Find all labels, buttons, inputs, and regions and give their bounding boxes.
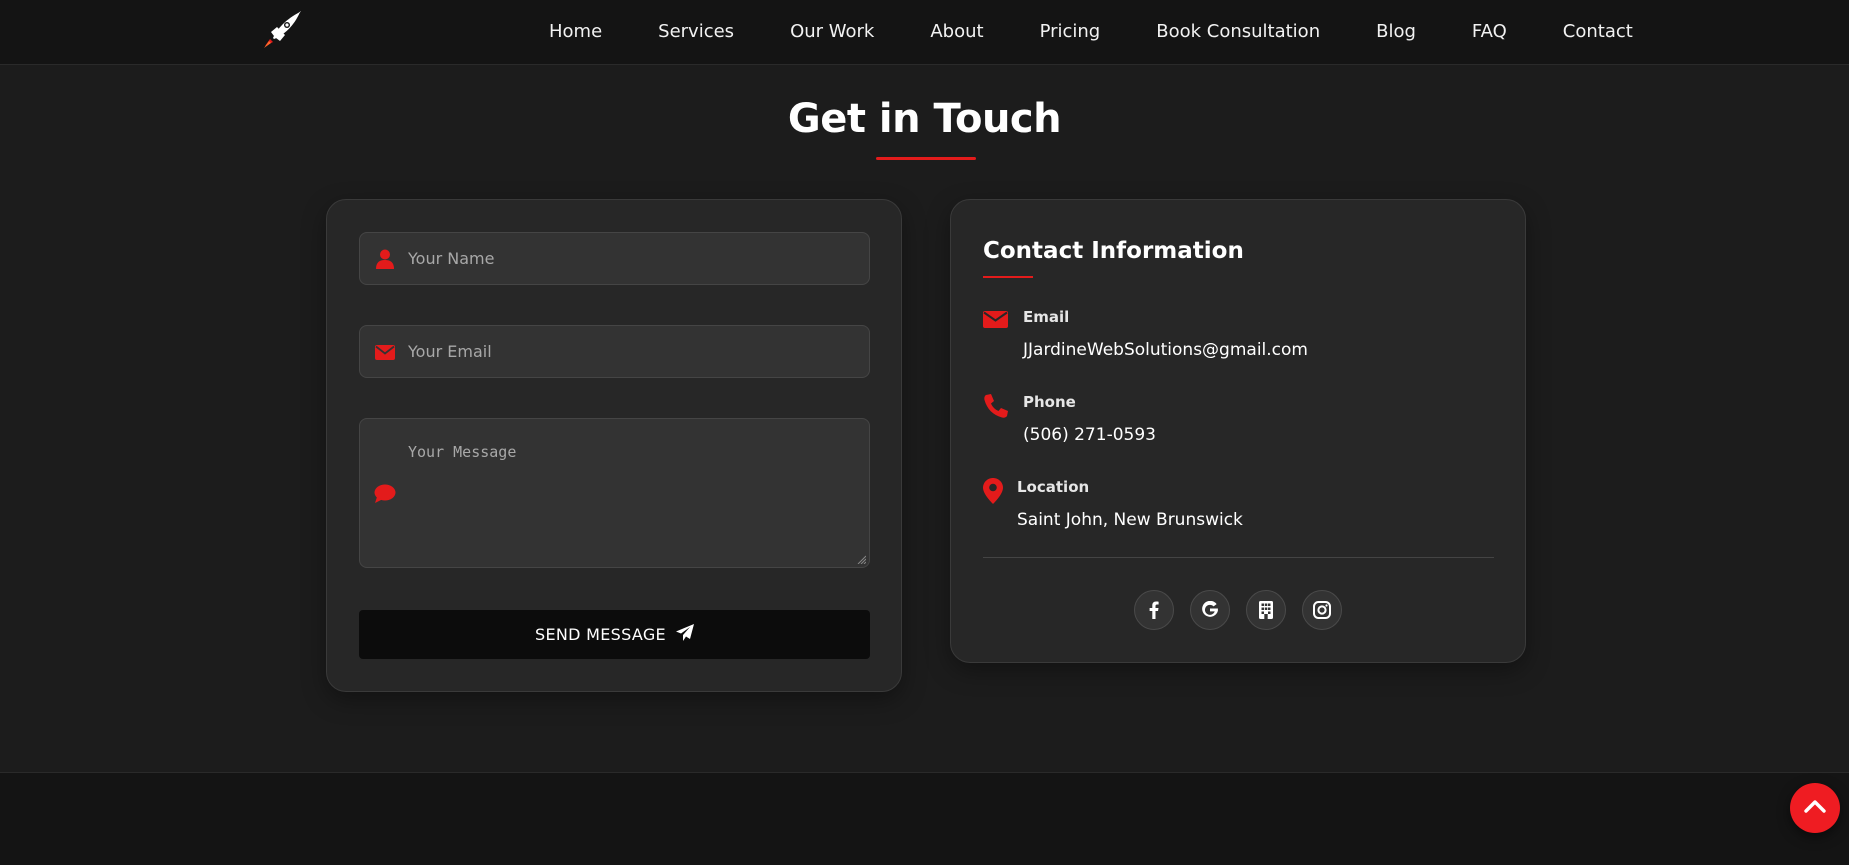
contact-info-title: Contact Information [983,238,1244,264]
nav-menu: Home Services Our Work About Pricing Boo… [521,0,1661,62]
chevron-up-icon [1804,799,1826,818]
name-input[interactable] [408,233,859,284]
nav-link-home[interactable]: Home [521,21,630,42]
resize-handle-icon[interactable] [856,554,866,564]
navbar: Home Services Our Work About Pricing Boo… [0,0,1849,65]
nav-link-faq[interactable]: FAQ [1444,21,1535,42]
message-field [359,418,870,568]
envelope-icon [374,341,396,363]
send-message-button[interactable]: SEND MESSAGE [359,610,870,659]
title-underline [876,157,976,160]
social-links [1134,590,1342,630]
name-field [359,232,870,285]
comment-icon [374,483,396,505]
phone-label: Phone [1023,393,1076,411]
envelope-icon [983,308,1009,334]
facebook-icon[interactable] [1134,590,1174,630]
send-message-label: SEND MESSAGE [535,625,666,644]
nav-link-pricing[interactable]: Pricing [1012,21,1129,42]
message-input[interactable] [408,443,859,567]
contact-info-card: Contact Information Email JJardineWebSol… [950,199,1526,663]
user-icon [374,248,396,270]
email-field [359,325,870,378]
phone-icon [983,393,1009,419]
email-value[interactable]: JJardineWebSolutions@gmail.com [1023,340,1308,360]
contact-form-card: SEND MESSAGE [326,199,902,692]
nav-link-contact[interactable]: Contact [1535,21,1661,42]
location-value: Saint John, New Brunswick [1017,510,1243,530]
page-title: Get in Touch [787,96,1062,142]
back-to-top-button[interactable] [1790,783,1840,833]
map-marker-icon [983,478,1009,504]
divider [983,557,1494,558]
paper-plane-icon [675,624,694,645]
location-label: Location [1017,478,1090,496]
footer [0,772,1849,865]
rocket-icon[interactable] [260,8,304,52]
phone-value[interactable]: (506) 271-0593 [1023,425,1156,445]
instagram-icon[interactable] [1302,590,1342,630]
email-label: Email [1023,308,1070,326]
nav-link-our-work[interactable]: Our Work [762,21,902,42]
email-input[interactable] [408,326,859,377]
nav-link-about[interactable]: About [902,21,1011,42]
nav-link-blog[interactable]: Blog [1348,21,1444,42]
nav-link-services[interactable]: Services [630,21,762,42]
nav-link-book-consultation[interactable]: Book Consultation [1128,21,1348,42]
contact-info-underline [983,276,1033,278]
google-icon[interactable] [1190,590,1230,630]
building-icon[interactable] [1246,590,1286,630]
